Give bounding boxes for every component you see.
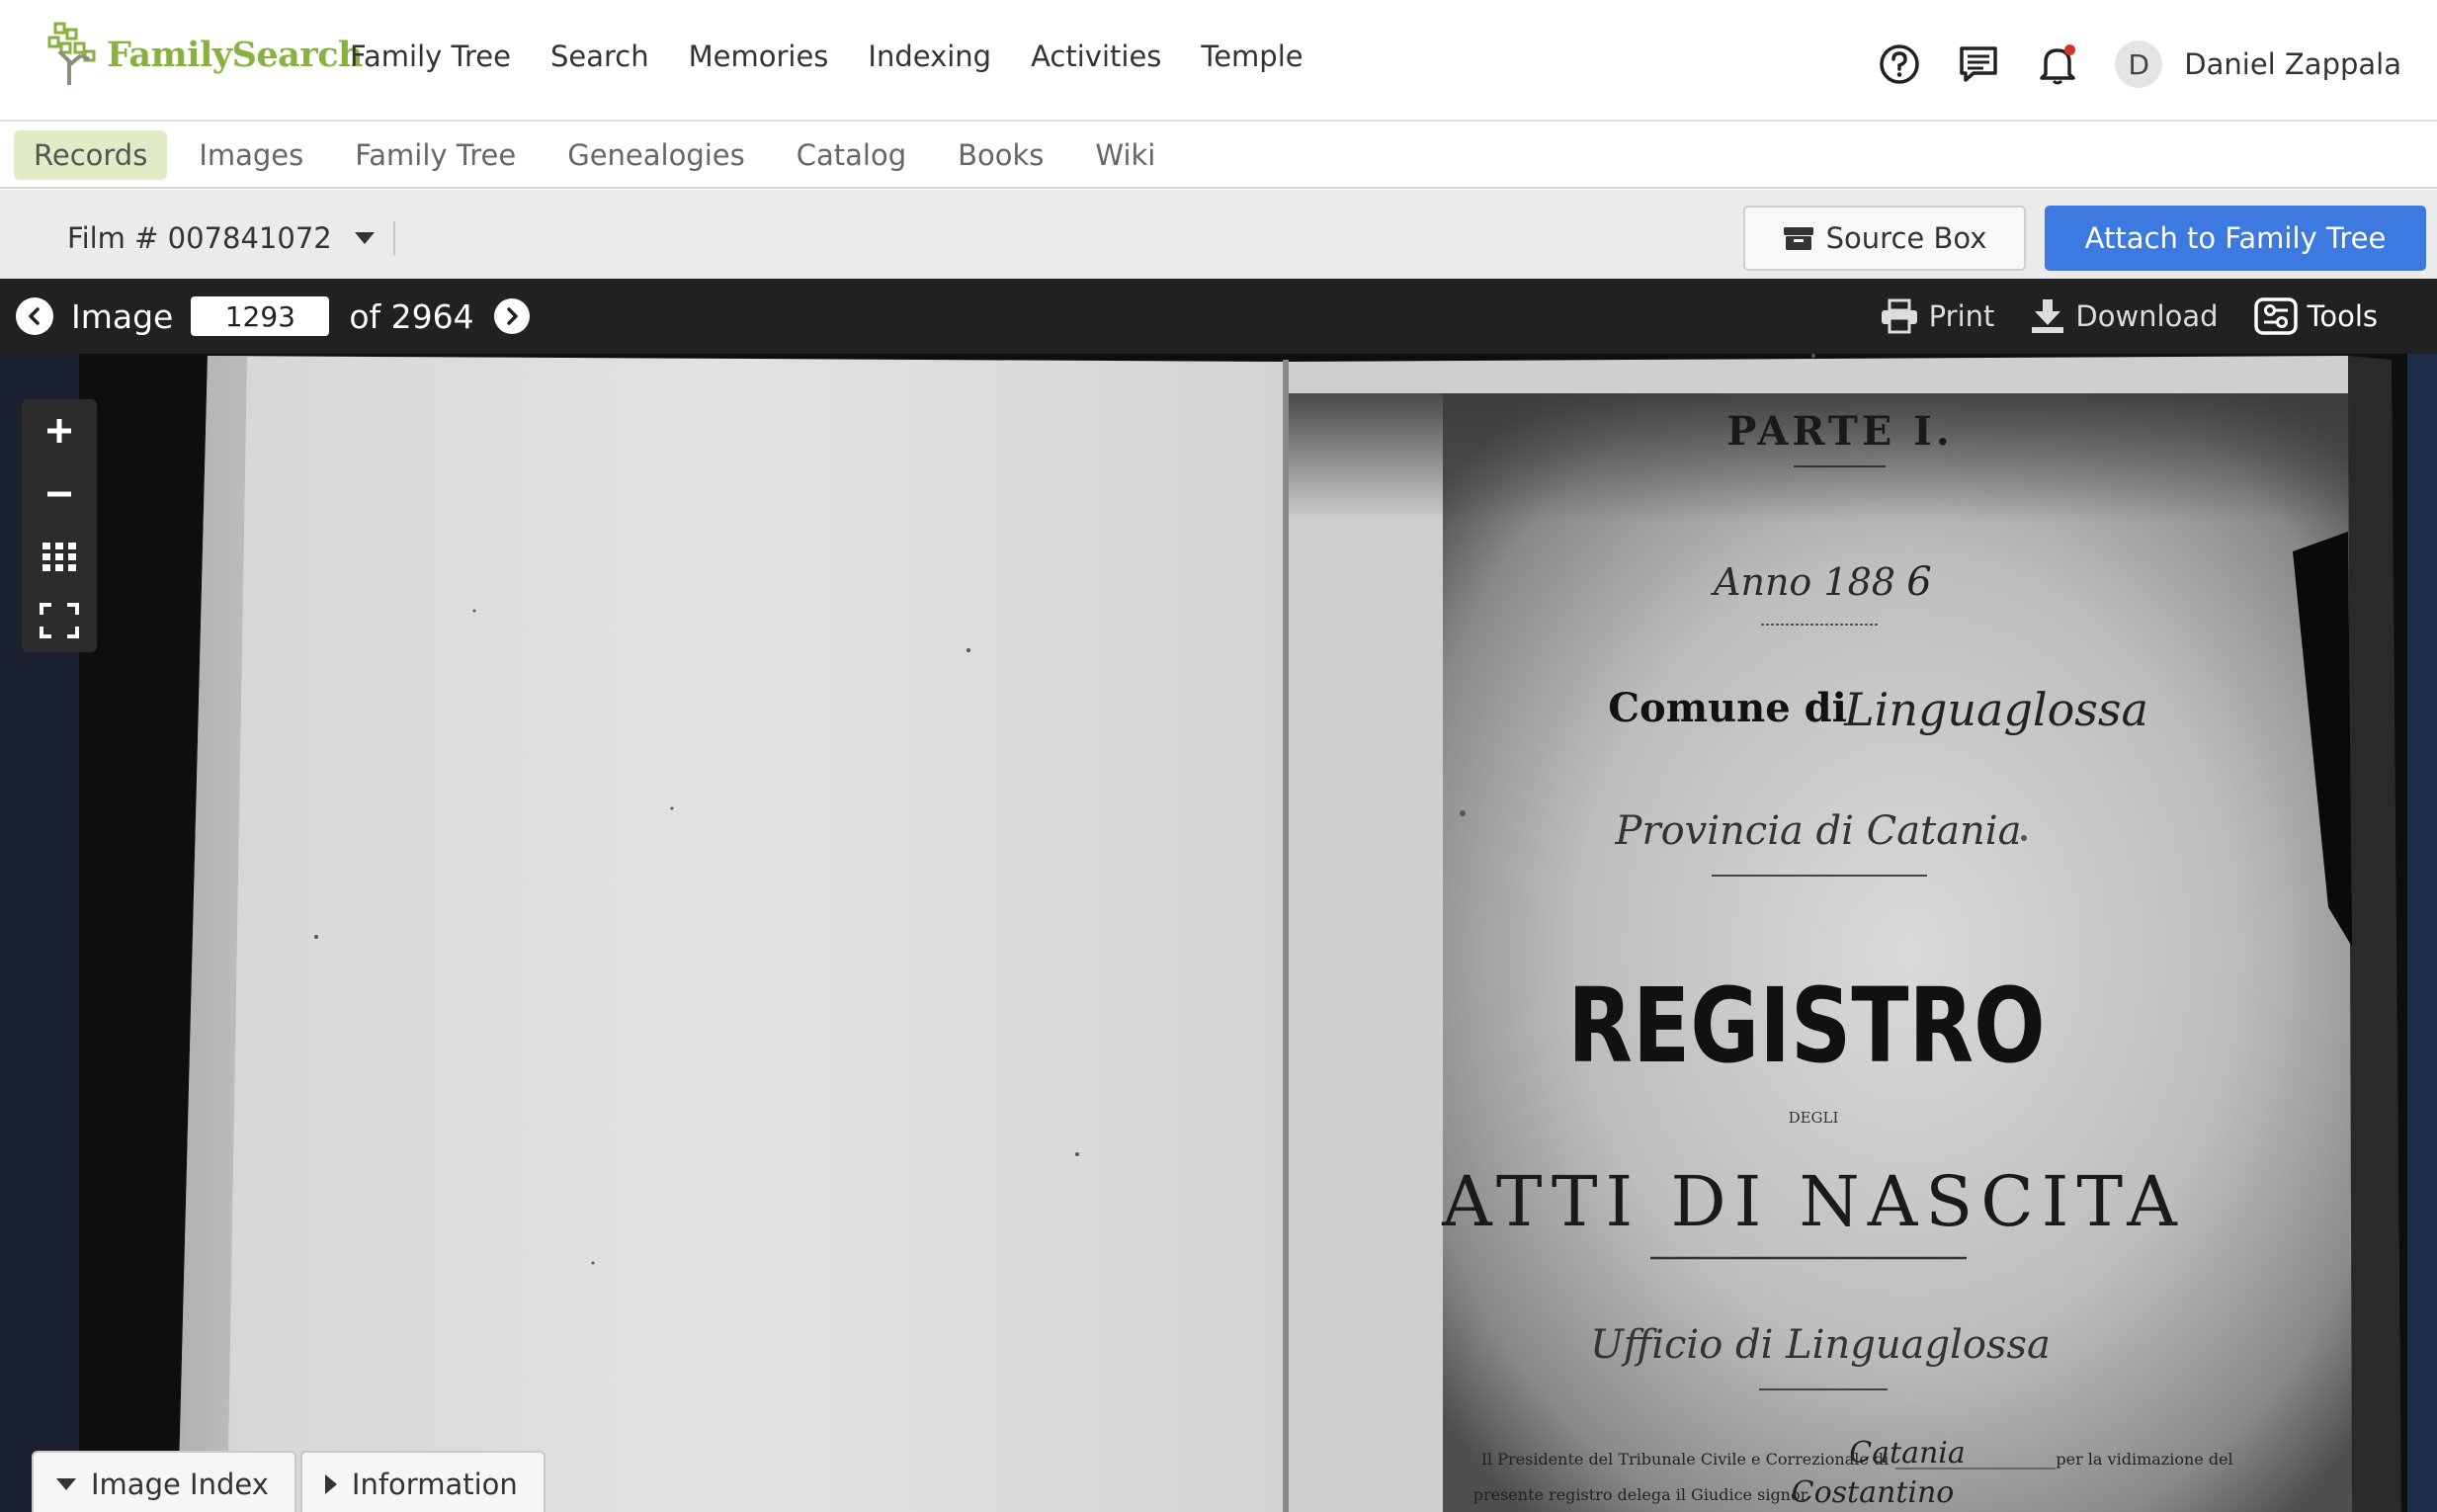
messages-icon[interactable]	[1955, 41, 2002, 88]
caret-right-icon	[324, 1474, 337, 1494]
information-tab[interactable]: Information	[299, 1451, 546, 1512]
next-image-icon[interactable]	[493, 298, 530, 334]
print-label: Print	[1928, 299, 1995, 333]
scan-anno-hand: 6	[1906, 559, 1931, 605]
image-tools: Print Download Tools	[1844, 293, 2378, 340]
nav-memories[interactable]: Memories	[689, 40, 829, 73]
caret-down-icon	[354, 232, 375, 244]
gallery-view-icon[interactable]	[22, 526, 97, 589]
image-number-input[interactable]	[191, 296, 330, 336]
zoom-controls	[22, 399, 97, 652]
logo-text: FamilySearch	[107, 34, 364, 75]
download-button[interactable]: Download	[2030, 297, 2219, 335]
record-scan-image[interactable]: PARTE I. Anno 188 6 Comune di Linguaglos…	[79, 354, 2407, 1512]
nav-indexing[interactable]: Indexing	[868, 40, 991, 73]
film-bar: Film # 007841072 Source Box Attach to Fa…	[0, 190, 2437, 279]
nav-temple[interactable]: Temple	[1201, 40, 1303, 73]
scan-presente-hand: Costantino	[1792, 1475, 1955, 1510]
source-box-icon	[1783, 227, 1813, 250]
scan-comune-hand: Linguaglossa	[1843, 683, 2148, 736]
scan-anno: Anno 188	[1711, 560, 1895, 604]
viewer-right-margin	[2407, 354, 2437, 1512]
scan-presente: presente registro delega il Giudice sign…	[1473, 1485, 1808, 1504]
subnav-records[interactable]: Records	[14, 130, 168, 180]
help-icon[interactable]	[1876, 41, 1923, 88]
tree-logo-icon	[47, 22, 96, 85]
film-number-label: Film # 007841072	[67, 221, 332, 255]
main-nav: Family Tree Search Memories Indexing Act…	[350, 40, 1343, 73]
familysearch-logo[interactable]: FamilySearch	[47, 20, 364, 89]
image-index-label: Image Index	[91, 1468, 269, 1501]
subnav-catalog[interactable]: Catalog	[777, 130, 926, 180]
scan-parte: PARTE I.	[1726, 408, 1954, 455]
top-header: FamilySearch Family Tree Search Memories…	[0, 0, 2437, 122]
scan-atti: ATTI DI NASCITA	[1441, 1161, 2185, 1242]
source-box-label: Source Box	[1825, 221, 1987, 255]
nav-family-tree[interactable]: Family Tree	[350, 40, 511, 73]
tools-label: Tools	[2307, 299, 2378, 333]
print-button[interactable]: Print	[1880, 298, 1995, 334]
notifications-icon[interactable]	[2034, 41, 2081, 88]
film-selector[interactable]: Film # 007841072	[67, 221, 395, 255]
subnav-books[interactable]: Books	[938, 130, 1063, 180]
image-viewer[interactable]: PARTE I. Anno 188 6 Comune di Linguaglos…	[0, 354, 2437, 1512]
scan-presidente-hand: Catania	[1849, 1436, 1966, 1470]
image-toolbar: Image of 2964 Print Download	[0, 279, 2437, 354]
image-label: Image	[71, 296, 174, 336]
image-total: of 2964	[349, 296, 474, 336]
subnav-family-tree[interactable]: Family Tree	[335, 130, 536, 180]
tools-sliders-icon	[2253, 297, 2298, 335]
divider	[392, 221, 395, 255]
search-subnav: Records Images Family Tree Genealogies C…	[0, 124, 2437, 189]
scan-degli: DEGLI	[1789, 1109, 1839, 1127]
information-label: Information	[351, 1468, 518, 1501]
subnav-images[interactable]: Images	[179, 130, 323, 180]
printer-icon	[1881, 298, 1917, 334]
scan-provincia-hand: Provincia di Catania	[1615, 808, 2022, 854]
nav-search[interactable]: Search	[550, 40, 649, 73]
tools-button[interactable]: Tools	[2253, 297, 2378, 335]
source-box-button[interactable]: Source Box	[1743, 206, 2026, 271]
header-actions: D Daniel Zappala	[1844, 30, 2401, 99]
caret-down-icon	[56, 1478, 76, 1490]
download-icon	[2032, 299, 2064, 333]
scan-registro: REGISTRO	[1567, 967, 2045, 1086]
user-name[interactable]: Daniel Zappala	[2184, 47, 2401, 81]
zoom-out-icon[interactable]	[22, 462, 97, 526]
attach-to-family-tree-button[interactable]: Attach to Family Tree	[2045, 206, 2426, 271]
scan-comune: Comune di	[1608, 685, 1847, 731]
scan-vidimazione: per la vidimazione del	[2056, 1450, 2232, 1469]
subnav-wiki[interactable]: Wiki	[1075, 130, 1175, 180]
scan-presidente: Il Presidente del Tribunale Civile e Cor…	[1481, 1450, 1890, 1469]
nav-activities[interactable]: Activities	[1031, 40, 1161, 73]
image-index-tab[interactable]: Image Index	[32, 1451, 296, 1512]
bottom-panel-tabs: Image Index Information	[32, 1451, 549, 1512]
zoom-in-icon[interactable]	[22, 399, 97, 462]
download-label: Download	[2075, 299, 2219, 333]
avatar[interactable]: D	[2115, 41, 2163, 88]
fullscreen-icon[interactable]	[22, 589, 97, 652]
previous-image-icon[interactable]	[16, 297, 53, 335]
subnav-genealogies[interactable]: Genealogies	[547, 130, 765, 180]
scan-ufficio-hand: Ufficio di Linguaglossa	[1590, 1322, 2051, 1368]
image-navigation: Image of 2964	[16, 294, 530, 339]
